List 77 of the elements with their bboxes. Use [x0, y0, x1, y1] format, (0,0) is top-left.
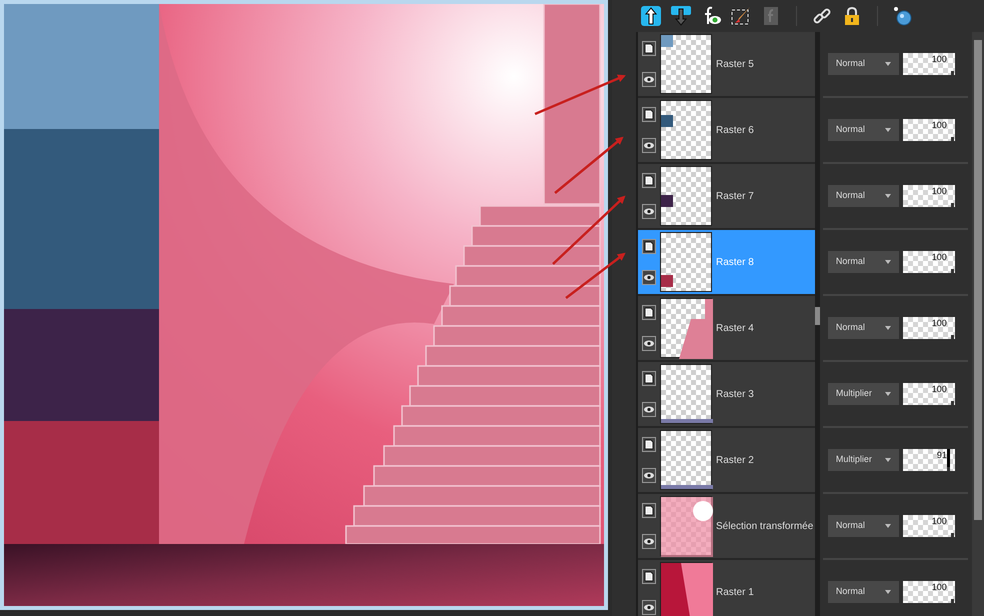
move-layer-down-icon[interactable] — [670, 5, 692, 27]
eye-icon[interactable] — [642, 402, 656, 417]
layer-thumbnail — [660, 100, 712, 160]
layer-thumbnail — [660, 496, 712, 556]
eye-icon[interactable] — [642, 204, 656, 219]
opacity-field[interactable]: 100 — [902, 581, 955, 603]
layer-thumbnail — [660, 430, 712, 490]
layer-name: Raster 4 — [716, 322, 754, 336]
opacity-field[interactable]: 100 — [902, 515, 955, 537]
layer-name: Raster 2 — [716, 454, 754, 468]
blend-mode-dropdown[interactable]: Multiplier — [828, 383, 899, 405]
layer-thumbnail — [660, 166, 712, 226]
raster-layer-icon — [642, 569, 656, 584]
caret-icon — [884, 326, 891, 330]
caret-icon — [884, 194, 891, 198]
caret-icon — [884, 392, 891, 396]
eye-icon[interactable] — [642, 336, 656, 351]
blend-mode-dropdown[interactable]: Normal — [828, 317, 899, 339]
raster-layer-icon — [642, 41, 656, 56]
raster-layer-icon — [642, 371, 656, 386]
opacity-field[interactable]: 100 — [902, 251, 955, 273]
layer-name: Raster 6 — [716, 124, 754, 138]
blend-mode-dropdown[interactable]: Normal — [828, 251, 899, 273]
scrollbar-thumb[interactable] — [974, 40, 982, 520]
layer-name: Raster 1 — [716, 586, 754, 600]
layer-row[interactable]: Raster 3 — [638, 362, 815, 428]
sphere-icon[interactable] — [892, 5, 914, 27]
layer-row[interactable]: Raster 5 — [638, 32, 815, 98]
caret-icon — [884, 590, 891, 594]
layer-thumbnail — [660, 364, 712, 424]
blend-mode-dropdown[interactable]: Normal — [828, 185, 899, 207]
layer-name: Sélection transformée — [716, 520, 814, 534]
layer-name: Raster 7 — [716, 190, 754, 204]
layer-row[interactable]: Raster 1 — [638, 560, 815, 616]
blend-mode-dropdown[interactable]: Multiplier — [828, 449, 899, 471]
raster-layer-icon — [642, 173, 656, 188]
eye-icon[interactable] — [642, 600, 656, 615]
opacity-field[interactable]: 91 — [902, 449, 955, 471]
raster-layer-icon — [642, 503, 656, 518]
annotation-arrow — [554, 136, 624, 194]
blend-mode-dropdown[interactable]: Normal — [828, 119, 899, 141]
raster-layer-icon — [642, 107, 656, 122]
caret-icon — [884, 62, 891, 66]
layer-thumbnail — [660, 562, 712, 616]
layer-row[interactable]: Raster 7 — [638, 164, 815, 230]
scrollbar-thumb[interactable] — [814, 307, 820, 325]
caret-icon — [884, 524, 891, 528]
opacity-field[interactable]: 100 — [902, 383, 955, 405]
move-layer-up-icon[interactable] — [640, 5, 662, 27]
layer-row[interactable]: Sélection transformée — [638, 494, 815, 560]
layer-thumbnail — [660, 232, 712, 292]
raster-layer-icon — [642, 437, 656, 452]
raster-layer-icon — [642, 305, 656, 320]
caret-icon — [884, 260, 891, 264]
blend-mode-dropdown[interactable]: Normal — [828, 581, 899, 603]
eye-icon[interactable] — [642, 138, 656, 153]
opacity-field[interactable]: 100 — [902, 119, 955, 141]
eye-icon[interactable] — [642, 72, 656, 87]
layer-thumbnail — [660, 298, 712, 358]
opacity-field[interactable]: 100 — [902, 53, 955, 75]
opacity-field[interactable]: 100 — [902, 317, 955, 339]
layer-name: Raster 3 — [716, 388, 754, 402]
layer-thumbnail — [660, 34, 712, 94]
eye-icon[interactable] — [642, 534, 656, 549]
eye-icon[interactable] — [642, 468, 656, 483]
caret-icon — [884, 128, 891, 132]
opacity-field[interactable]: 100 — [902, 185, 955, 207]
raster-layer-icon — [642, 239, 656, 254]
caret-icon — [884, 458, 891, 462]
eye-icon[interactable] — [642, 270, 656, 285]
layer-name: Raster 5 — [716, 58, 754, 72]
layer-row[interactable]: Raster 4 — [638, 296, 815, 362]
blend-mode-dropdown[interactable]: Normal — [828, 53, 899, 75]
layer-row[interactable]: Raster 6 — [638, 98, 815, 164]
blend-mode-dropdown[interactable]: Normal — [828, 515, 899, 537]
layer-name: Raster 8 — [716, 256, 754, 270]
layer-row[interactable]: Raster 2 — [638, 428, 815, 494]
